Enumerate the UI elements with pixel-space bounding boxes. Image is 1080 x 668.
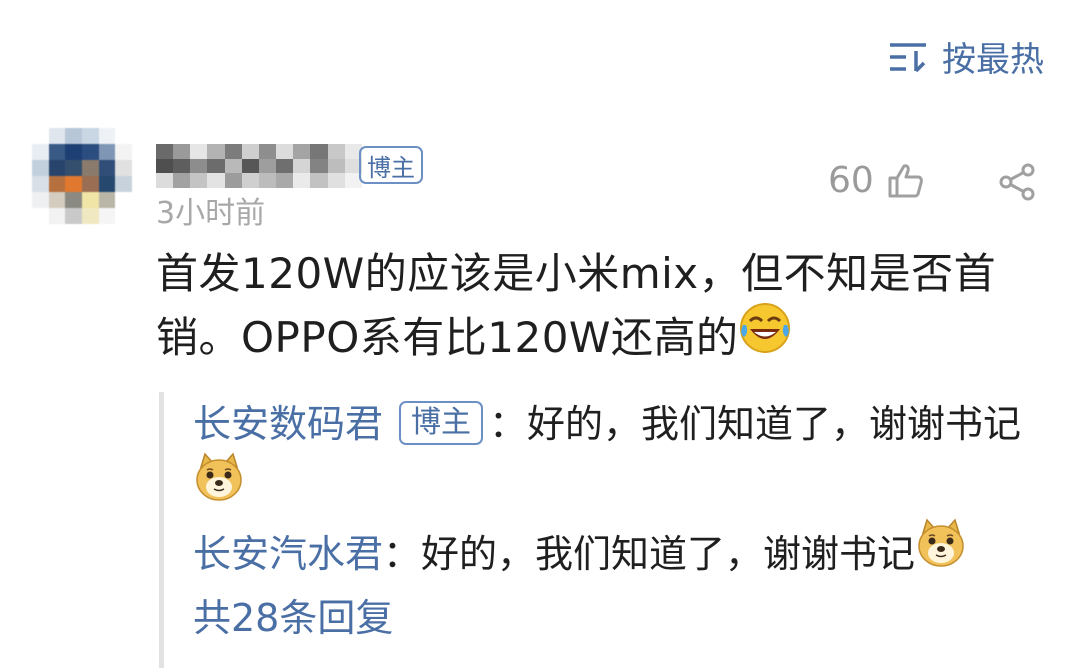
sort-icon (888, 41, 928, 73)
reply-text: ：好的，我们知道了，谢谢书记 (489, 402, 1022, 446)
sort-label: 按最热 (942, 40, 1044, 80)
reply-item[interactable]: 长安汽水君：好的，我们知道了，谢谢书记 (193, 518, 1039, 588)
like-count: 60 (828, 160, 874, 201)
like-button[interactable]: 60 (828, 160, 924, 201)
username-redacted[interactable] (156, 144, 362, 188)
author-badge: 博主 (359, 146, 423, 184)
view-all-replies-link[interactable]: 共28条回复 (193, 588, 1039, 648)
avatar[interactable] (32, 128, 132, 224)
doge-emoji-icon (193, 451, 245, 522)
reply-author-name[interactable]: 长安数码君 (193, 402, 383, 446)
thumbs-up-icon (886, 162, 924, 200)
comment-body: 首发120W的应该是小米mix，但不知是否首销。OPPO系有比120W还高的 (156, 242, 1036, 373)
replies-section: 长安数码君 博主 ：好的，我们知道了，谢谢书记 长安汽水君：好的，我们知道了，谢谢书… (159, 392, 1039, 668)
reply-text: ：好的，我们知道了，谢谢书记 (383, 532, 916, 576)
comment-text: 首发120W的应该是小米mix，但不知是否首销。OPPO系有比120W还高的 (156, 249, 997, 362)
reply-item[interactable]: 长安数码君 博主 ：好的，我们知道了，谢谢书记 (193, 392, 1039, 522)
reply-author-name[interactable]: 长安汽水君 (193, 532, 383, 576)
author-badge: 博主 (399, 400, 484, 445)
comment-timestamp: 3小时前 (156, 196, 266, 231)
sort-by-hot-button[interactable]: 按最热 (888, 32, 1044, 81)
share-icon[interactable] (998, 162, 1038, 202)
laughing-crying-emoji-icon (738, 301, 792, 373)
doge-emoji-icon (915, 517, 967, 588)
